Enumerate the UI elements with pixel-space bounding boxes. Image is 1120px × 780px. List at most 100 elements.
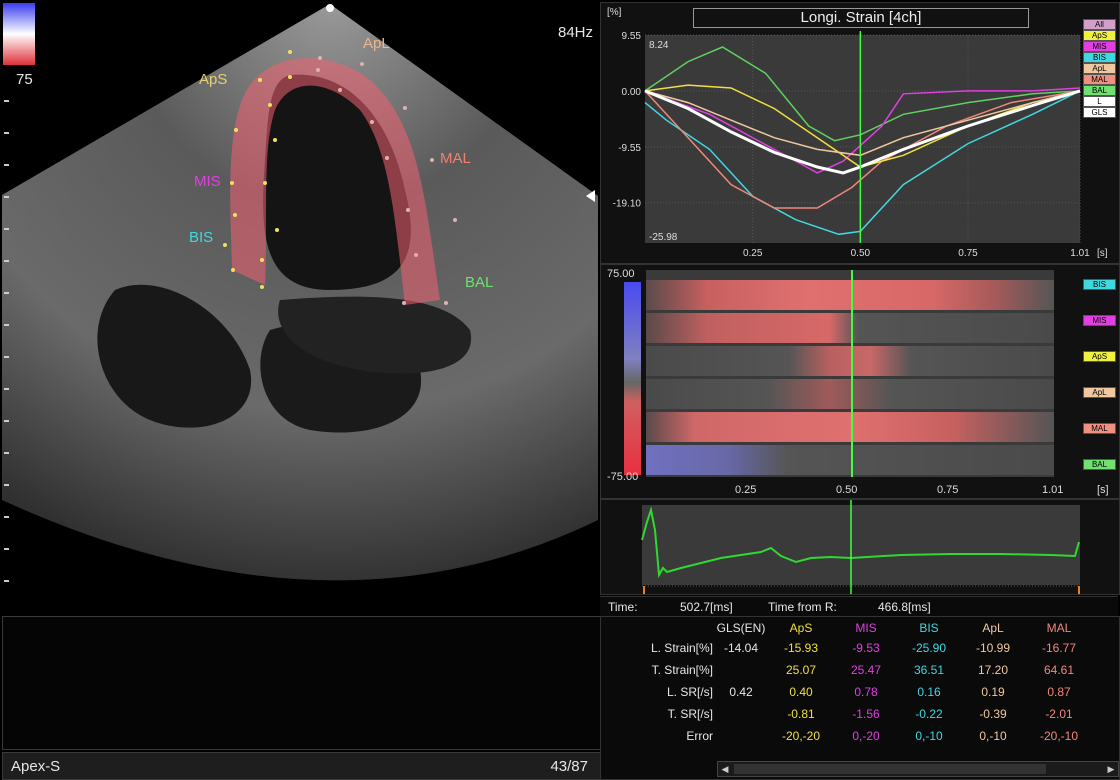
table-scrollbar[interactable]: ◀ ▶ xyxy=(717,761,1119,777)
x-tick-label: 1.01 xyxy=(1070,248,1090,259)
heatmap-x-tick: 0.75 xyxy=(936,484,959,496)
legend-item-apl[interactable]: ApL xyxy=(1083,63,1116,74)
heatmap-legend-mis[interactable]: MIS xyxy=(1083,315,1116,326)
ecg-panel[interactable] xyxy=(600,499,1120,595)
table-cell: 0,-20 xyxy=(852,729,880,743)
table-cell: -14.04 xyxy=(723,641,759,655)
segment-label-mal: MAL xyxy=(440,150,471,167)
table-cell: 0.78 xyxy=(854,685,878,699)
y-tick-label: 9.55 xyxy=(622,31,642,42)
legend-item-mal[interactable]: MAL xyxy=(1083,74,1116,85)
heatmap-max-label: 75.00 xyxy=(607,268,635,280)
time-from-r-label: Time from R: xyxy=(768,600,837,614)
legend-item-bis[interactable]: BIS xyxy=(1083,52,1116,63)
table-header-mal: MAL xyxy=(1046,621,1072,635)
heatmap-row-apl xyxy=(646,379,1054,409)
info-panel xyxy=(2,616,601,750)
heatmap-x-tick: 1.01 xyxy=(1042,484,1064,496)
table-cell: -10.99 xyxy=(975,641,1011,655)
legend-item-l[interactable]: L xyxy=(1083,96,1116,107)
scroll-right-arrow-icon[interactable]: ▶ xyxy=(1105,763,1117,775)
heatmap-legend-aps[interactable]: ApS xyxy=(1083,351,1116,362)
table-cell: 25.47 xyxy=(850,663,882,677)
table-row-label: L. Strain[%] xyxy=(650,641,713,655)
trace-point xyxy=(414,253,418,257)
trace-point xyxy=(318,56,322,60)
colorbar-max-label: 75 xyxy=(16,71,33,88)
ruler-tick xyxy=(4,100,9,102)
legend-item-gls[interactable]: GLS xyxy=(1083,107,1116,118)
x-axis-label: [s] xyxy=(1097,248,1108,259)
table-row-label: T. Strain[%] xyxy=(651,663,713,677)
trace-point xyxy=(263,181,267,185)
depth-arrow-icon[interactable] xyxy=(586,190,595,202)
ruler-tick xyxy=(4,228,9,230)
segment-label-mis: MIS xyxy=(194,173,221,190)
ruler-tick xyxy=(4,132,9,134)
table-row-label: T. SR[/s] xyxy=(667,707,713,721)
heatmap-cursor xyxy=(851,270,853,477)
table-cell: 36.51 xyxy=(913,663,945,677)
heatmap-row-aps xyxy=(646,346,1054,376)
strain-colorbar xyxy=(3,3,35,65)
table-header-mis: MIS xyxy=(855,621,877,635)
scroll-left-arrow-icon[interactable]: ◀ xyxy=(719,763,731,775)
table-cell: -1.56 xyxy=(852,707,880,721)
heatmap-legend-apl[interactable]: ApL xyxy=(1083,387,1116,398)
table-cell: -15.93 xyxy=(783,641,819,655)
table-cell: 64.61 xyxy=(1043,663,1075,677)
echo-image xyxy=(2,4,598,581)
trace-point xyxy=(406,208,410,212)
ruler-tick xyxy=(4,196,9,198)
echo-image-panel[interactable]: 75 84Hz ApL ApS MAL MIS BIS BAL xyxy=(0,0,598,614)
heatmap-legend-bal[interactable]: BAL xyxy=(1083,459,1116,470)
strain-graph-panel[interactable]: 0.25 0.50 0.75 1.01 9.55 0.00 -9.55 -19.10 [%] [s… xyxy=(600,2,1120,264)
strain-results-table: GLS(EN) ApS MIS BIS ApL MAL L. Strain[%] -14.04… xyxy=(600,616,1120,780)
segment-label-bis: BIS xyxy=(189,229,214,246)
time-value: 502.7[ms] xyxy=(680,600,733,614)
table-cell: 17.20 xyxy=(977,663,1009,677)
ruler-tick xyxy=(4,548,9,550)
table-cell: -0.81 xyxy=(787,707,815,721)
ruler-tick xyxy=(4,324,9,326)
view-label: Apex-S xyxy=(11,758,61,775)
legend-item-all[interactable]: All xyxy=(1083,19,1116,30)
strain-heatmap-panel[interactable]: 75.00 -75.00 [s] 0.25 0.50 0.75 1.01 BIS MIS… xyxy=(600,264,1120,499)
heatmap-legend-mal[interactable]: MAL xyxy=(1083,423,1116,434)
table-cell: 0.16 xyxy=(917,685,941,699)
x-tick-label: 0.50 xyxy=(851,248,871,259)
heatmap-legend-bis[interactable]: BIS xyxy=(1083,279,1116,290)
trace-point xyxy=(385,156,389,160)
legend-item-mis[interactable]: MIS xyxy=(1083,41,1116,52)
ruler-tick xyxy=(4,260,9,262)
table-cell: -2.01 xyxy=(1045,707,1073,721)
trace-point xyxy=(231,268,235,272)
ruler-tick xyxy=(4,420,9,422)
scroll-thumb[interactable] xyxy=(734,764,1046,774)
trace-point xyxy=(273,138,277,142)
legend-item-bal[interactable]: BAL xyxy=(1083,85,1116,96)
segment-label-aps: ApS xyxy=(199,71,228,88)
heatmap-row-bis xyxy=(646,280,1054,310)
heatmap-area xyxy=(646,270,1054,477)
table-cell: -16.77 xyxy=(1041,641,1077,655)
heatmap-row-mis xyxy=(646,313,1054,343)
trace-point xyxy=(403,106,407,110)
table-cell: 0.42 xyxy=(729,685,753,699)
table-header-gls-en-: GLS(EN) xyxy=(716,621,766,635)
legend-item-aps[interactable]: ApS xyxy=(1083,30,1116,41)
trace-point xyxy=(402,301,406,305)
table-header-aps: ApS xyxy=(789,621,813,635)
trace-point xyxy=(223,243,227,247)
strain-line-chart: 0.25 0.50 0.75 1.01 9.55 0.00 -9.55 -19.10 [%] [s… xyxy=(607,7,1108,259)
heatmap-x-tick: 0.50 xyxy=(835,484,858,496)
heatmap-row-mal xyxy=(646,412,1054,442)
trace-point xyxy=(288,75,292,79)
heatmap-x-tick: 0.25 xyxy=(734,484,757,496)
trace-point xyxy=(260,258,264,262)
trace-point xyxy=(430,158,434,162)
corner-top-label: 8.24 xyxy=(649,40,669,51)
trace-point xyxy=(370,120,374,124)
ruler-tick xyxy=(4,356,9,358)
trace-point xyxy=(360,62,364,66)
